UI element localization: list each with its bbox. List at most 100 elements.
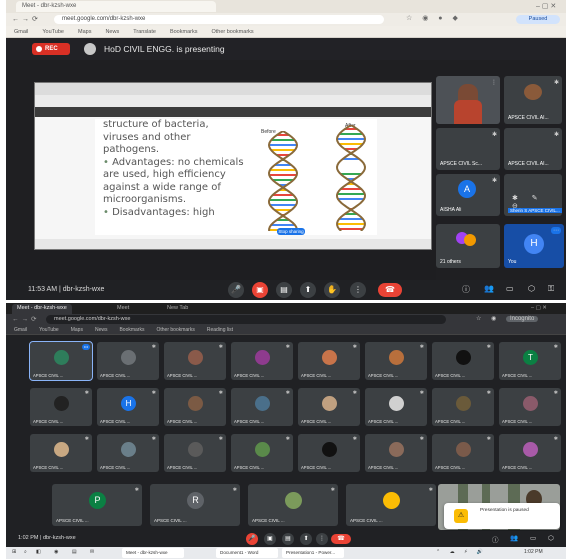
- participant-tile[interactable]: APSCE CIVIL ... ✱: [365, 434, 427, 472]
- people-icon[interactable]: 👥: [510, 534, 518, 542]
- leave-call-button[interactable]: ☎: [331, 534, 351, 544]
- participant-tile[interactable]: APSCE CIVIL ... ✱: [164, 388, 226, 426]
- participant-tile[interactable]: APSCE CIVIL ... ✱: [231, 342, 293, 380]
- info-icon[interactable]: ⓘ: [462, 284, 470, 295]
- leave-call-button[interactable]: ☎: [378, 283, 402, 297]
- nav-buttons-icon[interactable]: ←→⟳: [12, 15, 41, 23]
- participant-tile[interactable]: APSCE CIVIL ... ✱: [365, 388, 427, 426]
- participant-tile[interactable]: APSCE CIVIL ... ✱: [231, 388, 293, 426]
- bookmark-item[interactable]: Other bookmarks: [156, 327, 194, 333]
- participant-tile[interactable]: APSCE CIVIL AI... ✱: [504, 76, 562, 124]
- bookmark-item[interactable]: Maps: [78, 29, 91, 35]
- participant-tile[interactable]: R APSCE CIVIL ... ✱: [150, 484, 240, 526]
- participant-tile[interactable]: APSCE CIVIL ... ✱: [248, 484, 338, 526]
- bookmark-item[interactable]: Gmail: [14, 29, 28, 35]
- pinned-apps-icon[interactable]: ◧ ◉ ▤ ✉: [36, 549, 100, 555]
- participant-tile[interactable]: H APSCE CIVIL ... ✱: [97, 388, 159, 426]
- participant-avatar: [322, 350, 337, 365]
- taskbar-app[interactable]: Presentation1 - Power...: [282, 548, 344, 558]
- bookmark-item[interactable]: Translate: [133, 29, 156, 35]
- camera-button[interactable]: ▣: [264, 533, 276, 545]
- raise-hand-button[interactable]: ✋: [324, 282, 340, 298]
- chat-icon[interactable]: ▭: [530, 534, 536, 542]
- people-icon[interactable]: 👥: [484, 284, 494, 293]
- window-controls-icon[interactable]: – ▢ ✕: [526, 304, 552, 314]
- participant-tile[interactable]: APSCE CIVIL ... ✱: [499, 388, 561, 426]
- bookmark-item[interactable]: Maps: [71, 327, 83, 333]
- address-bar[interactable]: meet.google.com/dbr-kzsh-wxe: [46, 315, 446, 324]
- notification-toast[interactable]: ⚠ Presentation is paused: [444, 503, 560, 529]
- bookmark-item[interactable]: News: [105, 29, 119, 35]
- participant-tile[interactable]: APSCE CIVIL AI... ✱: [504, 128, 562, 170]
- camera-off-button[interactable]: ▣: [252, 282, 268, 298]
- profile-paused-button[interactable]: Paused: [516, 15, 560, 24]
- participant-tile[interactable]: A AISHA Ali ✱: [436, 174, 500, 216]
- more-options-button[interactable]: ⋮: [316, 533, 328, 545]
- participant-tile[interactable]: APSCE CIVIL ... ✱: [365, 342, 427, 380]
- participant-tile[interactable]: APSCE CIVIL ... ✱: [298, 342, 360, 380]
- participant-tile[interactable]: P APSCE CIVIL ... ✱: [52, 484, 142, 526]
- bookmark-item[interactable]: Reading list: [207, 327, 233, 333]
- self-tile[interactable]: H You ⋯: [504, 224, 564, 268]
- participant-tile[interactable]: APSCE CIVIL ... ✱: [499, 434, 561, 472]
- participant-tile[interactable]: APSCE CIVIL ... ✱: [432, 434, 494, 472]
- activities-icon[interactable]: ⬡: [528, 284, 535, 293]
- participant-tile[interactable]: T APSCE CIVIL ... ✱: [499, 342, 561, 380]
- stop-sharing-button[interactable]: Stop sharing: [277, 228, 305, 235]
- activities-icon[interactable]: ⬡: [548, 534, 554, 542]
- captions-button[interactable]: ▤: [282, 533, 294, 545]
- start-icon[interactable]: ⊞: [12, 549, 16, 555]
- window-controls-icon[interactable]: – ▢ ✕: [536, 2, 556, 10]
- participant-tile[interactable]: APSCE CIVIL ... ✱: [432, 342, 494, 380]
- participant-tile[interactable]: APSCE CIVIL ... ✱: [231, 434, 293, 472]
- bookmark-item[interactable]: Other bookmarks: [211, 29, 253, 35]
- mic-button[interactable]: 🎤: [228, 282, 244, 298]
- mic-off-button[interactable]: 🎤: [246, 533, 258, 545]
- bookmark-item[interactable]: News: [95, 327, 108, 333]
- bookmark-item[interactable]: YouTube: [42, 29, 64, 35]
- participant-tile[interactable]: APSCE CIVIL ... ✱: [30, 434, 92, 472]
- participant-tile[interactable]: APSCE CIVIL ... ✱: [164, 342, 226, 380]
- participant-tile[interactable]: APSCE CIVIL ... ✱: [97, 434, 159, 472]
- chat-icon[interactable]: ▭: [506, 284, 514, 293]
- participant-tile[interactable]: APSCE CIVIL ... ✱: [30, 388, 92, 426]
- participant-avatar: [255, 396, 270, 411]
- nav-buttons-icon[interactable]: ←→⟳: [12, 315, 39, 323]
- participant-tile[interactable]: APSCE CIVIL ... ✱: [298, 388, 360, 426]
- more-options-button[interactable]: ⋮: [350, 282, 366, 298]
- participant-tile[interactable]: APSCE CIVIL ... ✱: [432, 388, 494, 426]
- others-tile[interactable]: 21 others: [436, 224, 500, 268]
- participant-tile[interactable]: APSCE CIVIL ... •••: [29, 341, 93, 381]
- host-controls-icon[interactable]: ⚿: [548, 284, 554, 294]
- participant-tile[interactable]: APSCE CIVIL Sc... ✱: [436, 128, 500, 170]
- browser-tab[interactable]: Meet - dbr-kzsh-wxe: [12, 304, 72, 314]
- address-bar[interactable]: meet.google.com/dbr-kzsh-wxe: [54, 15, 384, 24]
- incognito-indicator[interactable]: ☆ ◉ Incognito: [476, 315, 539, 322]
- rec-label: REC: [45, 46, 58, 52]
- extension-icons[interactable]: ☆ ◉ ● ◆: [406, 14, 462, 22]
- present-button[interactable]: ⬆: [300, 533, 312, 545]
- captions-button[interactable]: ▤: [276, 282, 292, 298]
- bookmark-item[interactable]: Gmail: [14, 327, 27, 333]
- info-icon[interactable]: ⓘ: [492, 534, 499, 544]
- present-button[interactable]: ⬆: [300, 282, 316, 298]
- more-options-icon[interactable]: ⋯: [551, 227, 561, 234]
- bookmark-item[interactable]: YouTube: [39, 327, 59, 333]
- others-avatar: [464, 234, 476, 246]
- taskbar-app[interactable]: Meet - dbr-kzsh-wxe: [122, 548, 184, 558]
- taskbar-app[interactable]: Document1 - Word: [216, 548, 278, 558]
- participant-tile[interactable]: ✱ ✎ ⊖ Sherin S APSCE CIVIL...: [504, 174, 562, 216]
- system-tray-icons[interactable]: ⌃ ☁ ⚡ 🔊: [436, 549, 487, 555]
- participant-tile[interactable]: APSCE CIVIL ... ✱: [298, 434, 360, 472]
- browser-tab[interactable]: Meet: [112, 304, 134, 314]
- participant-tile[interactable]: APSCE CIVIL ... ✱: [164, 434, 226, 472]
- participant-tile[interactable]: APSCE CIVIL ... ✱: [97, 342, 159, 380]
- bookmark-item[interactable]: Bookmarks: [119, 327, 144, 333]
- participant-tile[interactable]: APSCE CIVIL ... ✱: [346, 484, 436, 526]
- browser-tab[interactable]: Meet - dbr-kzsh-wxe: [16, 1, 216, 12]
- participant-tile[interactable]: ⋮: [436, 76, 500, 124]
- bookmark-item[interactable]: Bookmarks: [170, 29, 198, 35]
- search-icon[interactable]: ⌕: [24, 549, 27, 555]
- participant-avatar: R: [187, 492, 204, 509]
- browser-tab[interactable]: New Tab: [162, 304, 193, 314]
